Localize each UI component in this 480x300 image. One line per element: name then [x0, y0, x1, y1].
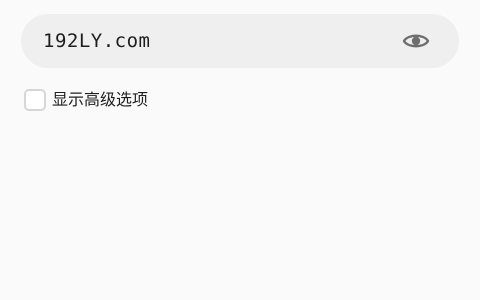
password-value[interactable]: 192LY.com — [43, 29, 150, 53]
password-field[interactable]: 192LY.com — [21, 14, 459, 68]
eye-icon — [402, 34, 430, 48]
advanced-options-checkbox[interactable] — [24, 89, 46, 111]
advanced-options-label: 显示高级选项 — [52, 90, 149, 109]
show-advanced-options[interactable]: 显示高级选项 — [24, 87, 148, 113]
show-password-toggle[interactable] — [399, 27, 433, 55]
